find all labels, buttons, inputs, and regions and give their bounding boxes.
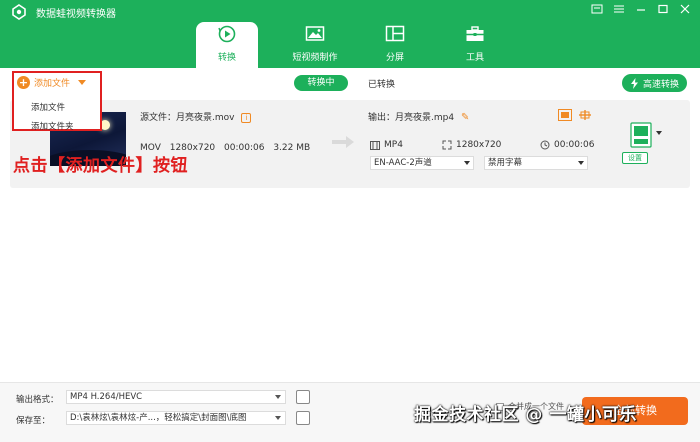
fast-convert-button[interactable]: 高速转换 <box>622 74 687 92</box>
output-format: MP4 <box>384 140 403 150</box>
main-tabs: 转换 短视频制作 分屏 工具 <box>196 22 516 68</box>
split-screen-icon <box>385 25 405 42</box>
tab-label: 工具 <box>465 53 484 63</box>
folder-icon[interactable] <box>296 411 310 425</box>
clock-icon <box>540 140 550 150</box>
tab-converting[interactable]: 转换中 <box>294 75 348 91</box>
menu-icon[interactable] <box>610 3 628 17</box>
output-file-name: 输出：月亮夜景.mp4 ✎ <box>368 110 469 123</box>
app-logo-icon <box>12 4 26 20</box>
convert-icon <box>218 25 236 43</box>
resize-icon <box>442 140 452 150</box>
chevron-down-icon <box>464 161 470 165</box>
status-toggle: 转换中 已转换 <box>294 75 395 91</box>
output-duration-info: 00:00:06 <box>540 140 594 150</box>
minimize-icon[interactable] <box>632 3 650 17</box>
add-file-dropdown: + 添加文件 添加文件 添加文件夹 <box>12 71 102 132</box>
edit-icon[interactable]: ✎ <box>461 112 469 123</box>
output-resolution: 1280x720 <box>456 140 502 150</box>
clip-icon[interactable] <box>558 109 572 121</box>
add-file-label: 添加文件 <box>34 79 71 89</box>
cut-icon[interactable] <box>578 109 592 121</box>
save-to-label: 保存至： <box>16 416 51 426</box>
tab-label: 分屏 <box>385 53 404 63</box>
info-icon[interactable]: i <box>241 112 252 123</box>
output-file-label: 输出：月亮夜景.mp4 <box>368 113 455 123</box>
subtitle-select[interactable]: 禁用字幕 <box>484 156 588 170</box>
source-file-label: 源文件：月亮夜景.mov <box>140 113 235 123</box>
menu-item-add-folder[interactable]: 添加文件夹 <box>31 120 74 132</box>
output-format-select[interactable]: MP4 H.264/HEVC <box>66 390 286 404</box>
chevron-down-icon <box>275 395 281 399</box>
close-icon[interactable] <box>676 3 694 17</box>
tab-converted[interactable]: 已转换 <box>368 77 395 90</box>
output-resolution-info: 1280x720 <box>442 140 501 150</box>
arrow-right-icon <box>332 136 354 148</box>
image-icon <box>305 26 325 41</box>
output-format-info: MP4 <box>370 140 403 150</box>
maximize-icon[interactable] <box>654 3 672 17</box>
tab-convert[interactable]: 转换 <box>196 22 258 68</box>
format-settings-icon[interactable] <box>296 390 310 404</box>
source-duration: 00:00:06 <box>224 143 265 153</box>
chevron-down-icon[interactable] <box>656 131 662 135</box>
save-path-select[interactable]: D:\袁林炫\袁林炫-产...，轻松搞定\封面图\底图 <box>66 411 286 425</box>
watermark-text: 掘金技术社区 @ 一罐小可乐 <box>414 405 637 425</box>
audio-track-value: EN-AAC-2声道 <box>374 158 432 168</box>
chevron-down-icon <box>78 80 87 85</box>
chevron-down-icon <box>578 161 584 165</box>
toolbar: + 添加文件 添加文件 添加文件夹 转换中 已转换 高速转换 <box>0 68 700 132</box>
output-actions <box>558 109 592 121</box>
save-path-value: D:\袁林炫\袁林炫-产...，轻松搞定\封面图\底图 <box>70 413 247 423</box>
output-format-icon[interactable] <box>630 122 652 148</box>
window-controls <box>588 3 694 17</box>
app-title: 数据蛙视频转换器 <box>36 9 116 20</box>
tab-split-screen[interactable]: 分屏 <box>356 22 434 68</box>
fast-convert-label: 高速转换 <box>642 79 679 90</box>
chevron-down-icon <box>275 416 281 420</box>
toolbox-icon <box>466 26 484 41</box>
subtitle-value: 禁用字幕 <box>488 158 523 168</box>
menu-item-add-file[interactable]: 添加文件 <box>31 101 65 113</box>
plus-icon: + <box>17 76 30 89</box>
output-format-value: MP4 H.264/HEVC <box>70 392 143 402</box>
title-bar: 数据蛙视频转换器 转换 短视频制作 分屏 工具 <box>0 0 700 68</box>
lightning-icon <box>630 77 638 89</box>
film-icon <box>370 140 380 150</box>
output-duration: 00:00:06 <box>554 140 595 150</box>
tab-label: 转换 <box>217 53 236 63</box>
source-file-name: 源文件：月亮夜景.mov i <box>140 110 252 123</box>
feedback-icon[interactable] <box>588 3 606 17</box>
tab-tools[interactable]: 工具 <box>436 22 514 68</box>
output-format-label: 输出格式： <box>16 395 59 405</box>
audio-track-select[interactable]: EN-AAC-2声道 <box>370 156 474 170</box>
annotation-text: 点击【添加文件】按钮 <box>13 156 188 176</box>
add-file-button[interactable]: + 添加文件 <box>17 76 87 89</box>
source-size: 3.22 MB <box>273 143 311 153</box>
tab-label: 短视频制作 <box>292 53 338 63</box>
settings-button[interactable]: 设置 <box>622 152 648 164</box>
tab-short-video[interactable]: 短视频制作 <box>276 22 354 68</box>
